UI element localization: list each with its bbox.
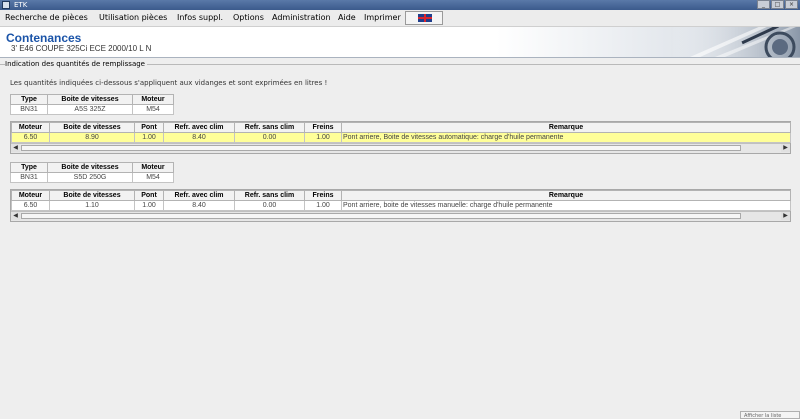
cell-refr-avec-clim: 8.40 xyxy=(163,200,235,211)
menu-administration[interactable]: Administration xyxy=(272,10,331,26)
spec-boite: A5S 325Z xyxy=(47,104,133,115)
table-row[interactable]: 6.50 1.10 1.00 8.40 0.00 1.00 Pont arrie… xyxy=(11,200,791,211)
col-refr-avec-clim[interactable]: Refr. avec clim xyxy=(163,190,235,201)
info-note: Les quantités indiquées ci-dessous s'app… xyxy=(10,79,328,87)
maximize-icon[interactable]: □ xyxy=(771,0,784,9)
header-decoration xyxy=(670,27,800,57)
arrow-right-icon[interactable]: ▶ xyxy=(781,212,790,220)
menu-recherche-pieces[interactable]: Recherche de pièces xyxy=(5,10,88,26)
col-remarque[interactable]: Remarque xyxy=(341,122,791,133)
cell-refr-avec-clim: 8.40 xyxy=(163,132,235,143)
app-icon xyxy=(2,1,10,9)
capacity-table-2: Moteur Boite de vitesses Pont Refr. avec… xyxy=(10,189,791,222)
scroll-thumb[interactable] xyxy=(21,145,741,151)
col-boite-vitesses[interactable]: Boite de vitesses xyxy=(49,122,135,133)
spec-type: BN31 xyxy=(10,104,48,115)
col-freins[interactable]: Freins xyxy=(304,122,342,133)
close-icon[interactable]: × xyxy=(785,0,798,9)
menu-bar: Recherche de pièces Utilisation pièces I… xyxy=(0,10,800,27)
col-moteur: Moteur xyxy=(132,94,174,105)
col-type: Type xyxy=(10,94,48,105)
cell-boite-vitesses: 1.10 xyxy=(49,200,135,211)
col-boite: Boite de vitesses xyxy=(47,94,133,105)
cell-moteur: 6.50 xyxy=(11,200,50,211)
spec-type: BN31 xyxy=(10,172,48,183)
horizontal-scrollbar[interactable]: ◀ ▶ xyxy=(11,211,790,221)
horizontal-scrollbar[interactable]: ◀ ▶ xyxy=(11,143,790,153)
section-label: Indication des quantités de remplissage xyxy=(5,60,147,68)
cell-moteur: 6.50 xyxy=(11,132,50,143)
vehicle-subtitle: 3' E46 COUPE 325Ci ECE 2000/10 L N xyxy=(11,44,152,53)
cell-refr-sans-clim: 0.00 xyxy=(234,200,305,211)
window-titlebar: ETK _ □ × xyxy=(0,0,800,10)
col-boite-vitesses[interactable]: Boite de vitesses xyxy=(49,190,135,201)
col-pont[interactable]: Pont xyxy=(134,122,164,133)
col-moteur: Moteur xyxy=(132,162,174,173)
spec-table-2: Type Boite de vitesses Moteur BN31 S5D 2… xyxy=(10,162,174,183)
spec-boite: S5D 250G xyxy=(47,172,133,183)
table-row[interactable]: 6.50 8.90 1.00 8.40 0.00 1.00 Pont arrie… xyxy=(11,132,791,143)
language-button[interactable] xyxy=(405,11,443,25)
col-moteur[interactable]: Moteur xyxy=(11,190,50,201)
col-refr-avec-clim[interactable]: Refr. avec clim xyxy=(163,122,235,133)
col-pont[interactable]: Pont xyxy=(134,190,164,201)
menu-imprimer[interactable]: Imprimer xyxy=(364,10,401,26)
spec-moteur: M54 xyxy=(132,104,174,115)
col-moteur[interactable]: Moteur xyxy=(11,122,50,133)
menu-utilisation-pieces[interactable]: Utilisation pièces xyxy=(99,10,167,26)
col-type: Type xyxy=(10,162,48,173)
page-header: Contenances 3' E46 COUPE 325Ci ECE 2000/… xyxy=(0,27,800,58)
col-remarque[interactable]: Remarque xyxy=(341,190,791,201)
window-title: ETK xyxy=(14,1,28,9)
arrow-right-icon[interactable]: ▶ xyxy=(781,144,790,152)
show-list-tab[interactable]: Afficher la liste xyxy=(740,411,800,419)
menu-aide[interactable]: Aide xyxy=(338,10,356,26)
col-refr-sans-clim[interactable]: Refr. sans clim xyxy=(234,122,305,133)
col-boite: Boite de vitesses xyxy=(47,162,133,173)
cell-freins: 1.00 xyxy=(304,200,342,211)
page-title: Contenances xyxy=(6,31,82,45)
cell-freins: 1.00 xyxy=(304,132,342,143)
menu-options[interactable]: Options xyxy=(233,10,264,26)
arrow-left-icon[interactable]: ◀ xyxy=(11,212,20,220)
cell-remarque: Pont arriere, Boite de vitesses automati… xyxy=(341,132,791,143)
arrow-left-icon[interactable]: ◀ xyxy=(11,144,20,152)
cell-boite-vitesses: 8.90 xyxy=(49,132,135,143)
capacity-table-1: Moteur Boite de vitesses Pont Refr. avec… xyxy=(10,121,791,154)
cell-pont: 1.00 xyxy=(134,200,164,211)
menu-infos-suppl[interactable]: Infos suppl. xyxy=(177,10,223,26)
col-refr-sans-clim[interactable]: Refr. sans clim xyxy=(234,190,305,201)
cell-remarque: Pont arriere, boite de vitesses manuelle… xyxy=(341,200,791,211)
scroll-thumb[interactable] xyxy=(21,213,741,219)
col-freins[interactable]: Freins xyxy=(304,190,342,201)
spec-moteur: M54 xyxy=(132,172,174,183)
spec-table-1: Type Boite de vitesses Moteur BN31 A5S 3… xyxy=(10,94,174,115)
cell-pont: 1.00 xyxy=(134,132,164,143)
minimize-icon[interactable]: _ xyxy=(757,0,770,9)
cell-refr-sans-clim: 0.00 xyxy=(234,132,305,143)
uk-flag-icon xyxy=(418,14,432,22)
